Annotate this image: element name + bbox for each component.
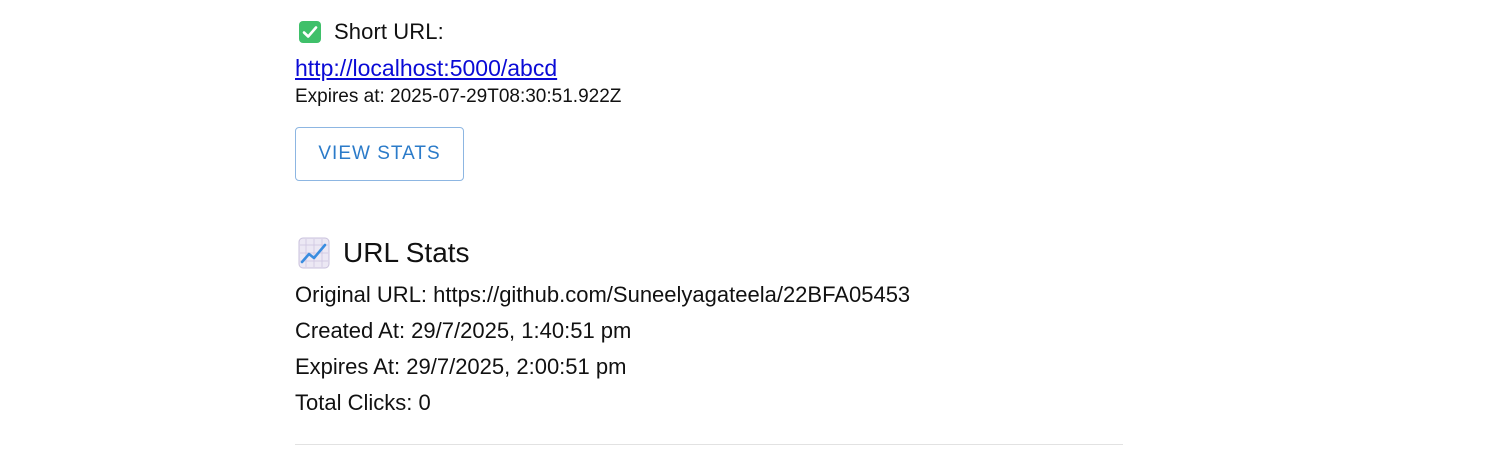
stats-list: Original URL: https://github.com/Suneely… bbox=[295, 277, 1123, 421]
chart-increasing-icon bbox=[298, 237, 330, 269]
view-stats-button[interactable]: VIEW STATS bbox=[295, 127, 464, 181]
short-url-result: Short URL: http://localhost:5000/abcd Ex… bbox=[295, 16, 1123, 181]
check-mark-icon bbox=[299, 21, 321, 43]
short-url-heading: Short URL: bbox=[295, 16, 1123, 48]
page: Short URL: http://localhost:5000/abcd Ex… bbox=[0, 0, 1510, 457]
divider bbox=[295, 444, 1123, 445]
expires-at-stat-text: Expires At: 29/7/2025, 2:00:51 pm bbox=[295, 354, 627, 379]
url-stats-title: URL Stats bbox=[343, 237, 470, 268]
url-stats-heading: URL Stats bbox=[295, 233, 1123, 273]
created-at-text: Created At: 29/7/2025, 1:40:51 pm bbox=[295, 318, 632, 343]
expires-at-text: Expires at: 2025-07-29T08:30:51.922Z bbox=[295, 86, 622, 107]
total-clicks-text: Total Clicks: 0 bbox=[295, 390, 431, 415]
short-url-link[interactable]: http://localhost:5000/abcd bbox=[295, 55, 557, 82]
short-url-heading-label: Short URL: bbox=[334, 19, 444, 44]
original-url-text: Original URL: https://github.com/Suneely… bbox=[295, 282, 911, 307]
url-stats-section: URL Stats Original URL: https://github.c… bbox=[295, 233, 1123, 421]
